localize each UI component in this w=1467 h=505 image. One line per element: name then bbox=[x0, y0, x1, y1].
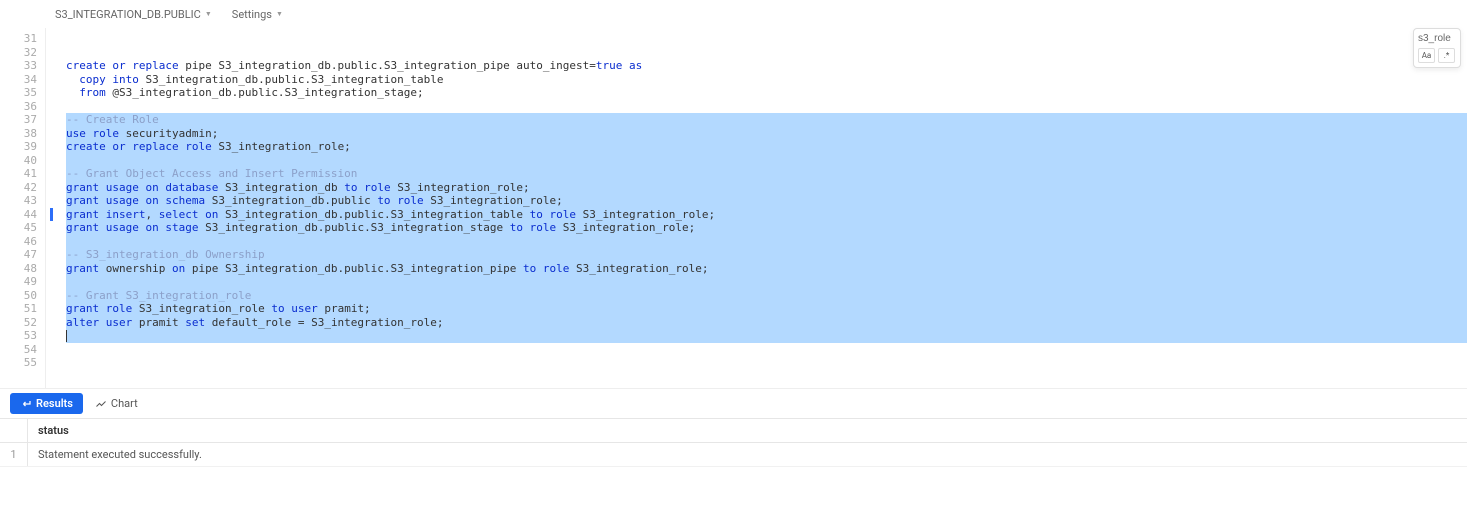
table-row[interactable]: 1Statement executed successfully. bbox=[0, 443, 1467, 467]
line-number: 48 bbox=[0, 262, 37, 276]
line-number: 39 bbox=[0, 140, 37, 154]
code-line[interactable]: grant usage on schema S3_integration_db.… bbox=[66, 194, 1467, 208]
line-number: 55 bbox=[0, 356, 37, 370]
line-number: 32 bbox=[0, 46, 37, 60]
code-line[interactable] bbox=[66, 329, 1467, 343]
line-number: 47 bbox=[0, 248, 37, 262]
code-line[interactable] bbox=[66, 343, 1467, 357]
line-number: 53 bbox=[0, 329, 37, 343]
code-line[interactable]: -- Grant S3_integration_role bbox=[66, 289, 1467, 303]
line-number: 33 bbox=[0, 59, 37, 73]
line-number: 45 bbox=[0, 221, 37, 235]
chevron-down-icon: ▼ bbox=[205, 10, 212, 18]
code-line[interactable] bbox=[66, 46, 1467, 60]
code-line[interactable]: -- S3_integration_db Ownership bbox=[66, 248, 1467, 262]
code-line[interactable] bbox=[66, 100, 1467, 114]
settings-label: Settings bbox=[232, 8, 272, 21]
code-line[interactable]: alter user pramit set default_role = S3_… bbox=[66, 316, 1467, 330]
code-line[interactable]: create or replace pipe S3_integration_db… bbox=[66, 59, 1467, 73]
line-number: 31 bbox=[0, 32, 37, 46]
chart-line-icon bbox=[95, 398, 107, 410]
column-header-status[interactable]: status bbox=[28, 424, 1467, 437]
chart-tab-label: Chart bbox=[111, 397, 138, 410]
line-number: 49 bbox=[0, 275, 37, 289]
code-line[interactable]: create or replace role S3_integration_ro… bbox=[66, 140, 1467, 154]
row-number: 1 bbox=[0, 443, 28, 466]
line-number: 41 bbox=[0, 167, 37, 181]
results-tab[interactable]: Results bbox=[10, 393, 83, 414]
enter-arrow-icon bbox=[20, 398, 32, 410]
worksheet-topbar: S3_INTEGRATION_DB.PUBLIC ▼ Settings ▼ bbox=[0, 0, 1467, 28]
code-area[interactable]: create or replace pipe S3_integration_db… bbox=[45, 28, 1467, 388]
sql-editor[interactable]: 3132333435363738394041424344454647484950… bbox=[0, 28, 1467, 388]
code-line[interactable]: grant insert, select on S3_integration_d… bbox=[66, 208, 1467, 222]
context-label: S3_INTEGRATION_DB.PUBLIC bbox=[55, 8, 201, 21]
code-line[interactable] bbox=[66, 235, 1467, 249]
line-number: 44 bbox=[0, 208, 37, 222]
code-line[interactable]: grant role S3_integration_role to user p… bbox=[66, 302, 1467, 316]
code-line[interactable]: -- Grant Object Access and Insert Permis… bbox=[66, 167, 1467, 181]
code-line[interactable]: -- Create Role bbox=[66, 113, 1467, 127]
code-line[interactable] bbox=[66, 32, 1467, 46]
line-number: 42 bbox=[0, 181, 37, 195]
line-number: 40 bbox=[0, 154, 37, 168]
context-selector[interactable]: S3_INTEGRATION_DB.PUBLIC ▼ bbox=[55, 8, 212, 21]
code-line[interactable] bbox=[66, 154, 1467, 168]
settings-selector[interactable]: Settings ▼ bbox=[232, 8, 283, 21]
code-line[interactable]: grant usage on stage S3_integration_db.p… bbox=[66, 221, 1467, 235]
line-number: 35 bbox=[0, 86, 37, 100]
code-line[interactable]: copy into S3_integration_db.public.S3_in… bbox=[66, 73, 1467, 87]
code-line[interactable] bbox=[66, 275, 1467, 289]
code-line[interactable]: from @S3_integration_db.public.S3_integr… bbox=[66, 86, 1467, 100]
line-number: 36 bbox=[0, 100, 37, 114]
results-tab-label: Results bbox=[36, 397, 73, 410]
line-number: 34 bbox=[0, 73, 37, 87]
line-number: 43 bbox=[0, 194, 37, 208]
row-number-header bbox=[0, 419, 28, 442]
line-number: 54 bbox=[0, 343, 37, 357]
results-table: status 1Statement executed successfully. bbox=[0, 418, 1467, 467]
line-number: 46 bbox=[0, 235, 37, 249]
code-line[interactable]: grant ownership on pipe S3_integration_d… bbox=[66, 262, 1467, 276]
line-number-gutter: 3132333435363738394041424344454647484950… bbox=[0, 28, 45, 388]
line-number: 51 bbox=[0, 302, 37, 316]
chevron-down-icon: ▼ bbox=[276, 10, 283, 18]
code-line[interactable] bbox=[66, 356, 1467, 370]
line-number: 37 bbox=[0, 113, 37, 127]
chart-tab[interactable]: Chart bbox=[95, 397, 138, 410]
line-number: 38 bbox=[0, 127, 37, 141]
line-number: 50 bbox=[0, 289, 37, 303]
line-number: 52 bbox=[0, 316, 37, 330]
cell-status: Statement executed successfully. bbox=[28, 448, 1467, 461]
table-header-row: status bbox=[0, 419, 1467, 443]
code-line[interactable]: grant usage on database S3_integration_d… bbox=[66, 181, 1467, 195]
results-tabs: Results Chart bbox=[0, 388, 1467, 418]
code-line[interactable]: use role securityadmin; bbox=[66, 127, 1467, 141]
